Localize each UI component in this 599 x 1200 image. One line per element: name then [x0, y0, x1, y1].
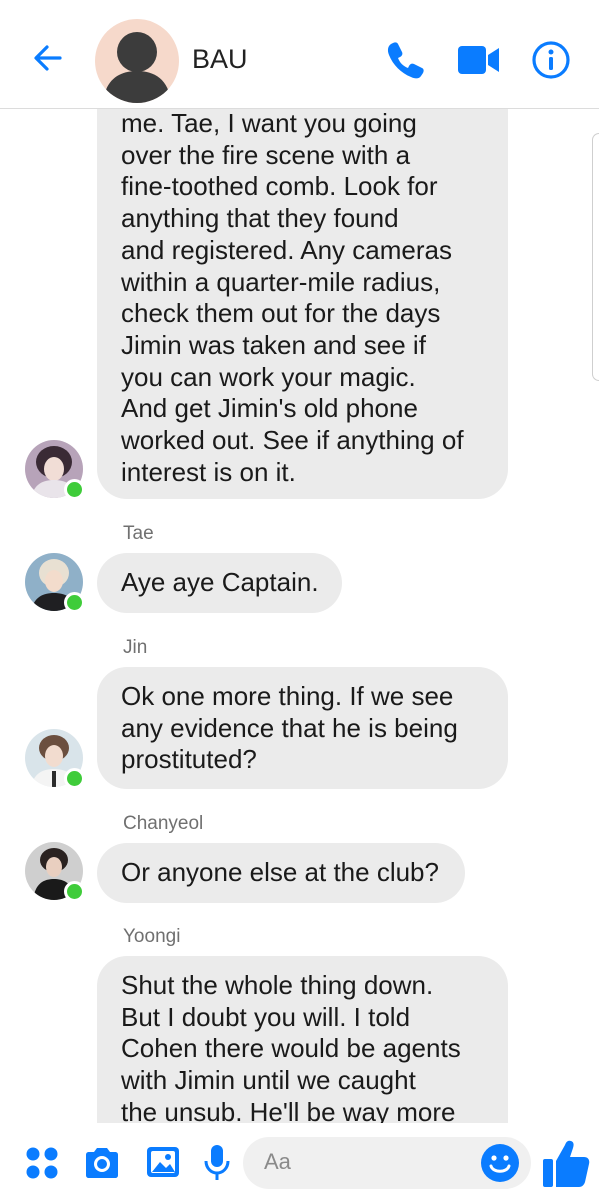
online-status-dot — [64, 881, 85, 902]
conversation-header: BAU — [0, 0, 599, 109]
message-input[interactable]: Aa — [243, 1137, 531, 1189]
sender-avatar[interactable] — [25, 729, 85, 789]
message-line: But I doubt you will. I told — [121, 1001, 411, 1032]
message-line: Aye aye Captain. — [121, 567, 319, 597]
message-line: the unsub. He'll be way more — [121, 1096, 456, 1123]
message-bubble[interactable]: Aye aye Captain. — [97, 553, 342, 613]
message-line: Shut the whole thing down. — [121, 970, 434, 1000]
sender-avatar[interactable] — [25, 553, 85, 613]
info-icon[interactable] — [531, 40, 571, 85]
message-line: fine-toothed comb. Look for — [121, 171, 438, 202]
image-icon[interactable] — [144, 1144, 182, 1185]
group-avatar[interactable] — [95, 19, 179, 103]
microphone-icon[interactable] — [202, 1143, 232, 1188]
message-bubble[interactable]: Ok one more thing. If we see any evidenc… — [97, 667, 508, 789]
message-composer: Aa — [0, 1123, 599, 1200]
message-line: any evidence that he is being — [121, 712, 458, 743]
phone-icon[interactable] — [384, 38, 428, 87]
apps-dots-icon[interactable] — [24, 1145, 60, 1186]
message-line: Or anyone else at the club? — [121, 857, 439, 887]
message-line: check them out for the days — [121, 298, 441, 329]
message-input-placeholder: Aa — [264, 1149, 291, 1174]
message-list: me. Tae, I want you going over the fire … — [0, 109, 599, 1123]
message-line: Ok one more thing. If we see — [121, 681, 454, 711]
message-line: Jimin was taken and see if — [121, 329, 426, 360]
message-line: you can work your magic. — [121, 361, 416, 392]
scrollbar[interactable] — [592, 133, 599, 381]
conversation-title[interactable]: BAU — [192, 44, 248, 75]
message-line: worked out. See if anything of — [121, 425, 464, 456]
sender-avatar[interactable] — [25, 842, 85, 902]
camera-icon[interactable] — [82, 1145, 122, 1186]
sender-name: Yoongi — [123, 926, 181, 947]
message-bubble[interactable]: Or anyone else at the club? — [97, 843, 465, 903]
sender-avatar[interactable] — [25, 440, 85, 500]
online-status-dot — [64, 592, 85, 613]
thumbs-up-icon[interactable] — [541, 1137, 591, 1194]
back-arrow-icon[interactable] — [30, 40, 66, 76]
emoji-icon[interactable] — [480, 1143, 520, 1183]
online-status-dot — [64, 479, 85, 500]
sender-name: Jin — [123, 637, 148, 658]
online-status-dot — [64, 768, 85, 789]
message-line: and registered. Any cameras — [121, 234, 452, 265]
message-line: within a quarter-mile radius, — [121, 266, 441, 297]
message-bubble[interactable]: me. Tae, I want you going over the fire … — [97, 109, 508, 499]
message-line: me. Tae, I want you going — [121, 109, 417, 138]
message-line: anything that they found — [121, 203, 399, 234]
message-line: Cohen there would be agents — [121, 1033, 461, 1064]
message-line: And get Jimin's old phone — [121, 393, 418, 424]
message-bubble[interactable]: Shut the whole thing down. But I doubt y… — [97, 956, 508, 1123]
message-line: over the fire scene with a — [121, 139, 411, 170]
video-camera-icon[interactable] — [456, 43, 502, 82]
sender-name: Tae — [123, 523, 154, 544]
message-line: interest is on it. — [121, 456, 296, 487]
message-line: prostituted? — [121, 744, 257, 775]
sender-name: Chanyeol — [123, 813, 204, 834]
message-line: with Jimin until we caught — [121, 1065, 416, 1096]
